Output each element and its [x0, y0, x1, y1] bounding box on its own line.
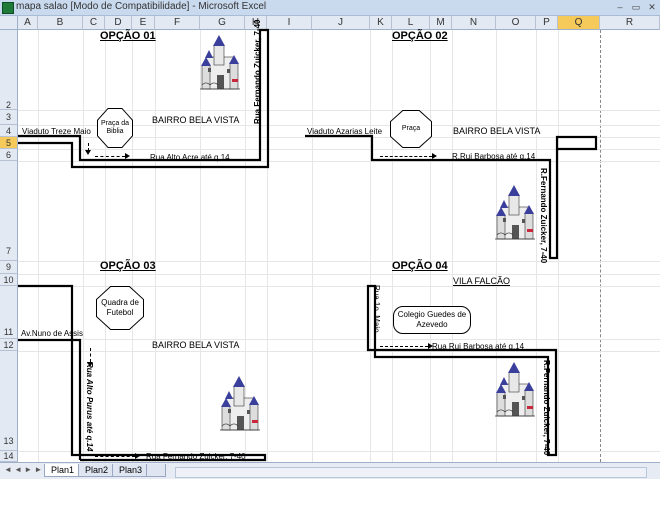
- opcao4-rua2: R.Fernando Zuicker, 7-40: [542, 360, 551, 456]
- new-sheet-icon[interactable]: [146, 464, 166, 477]
- direction-arrow: [90, 348, 92, 362]
- opcao3-bairro: BAIRRO BELA VISTA: [152, 340, 240, 350]
- opcao1-bairro: BAIRRO BELA VISTA: [152, 115, 240, 125]
- opcao4-colegio: Colegio Guedes de Azevedo: [393, 306, 471, 334]
- opcao2-bairro: BAIRRO BELA VISTA: [453, 126, 541, 136]
- castle-icon: [494, 184, 536, 240]
- opcao1-title: OPÇÃO 01: [100, 30, 156, 42]
- opcao3-title: OPÇÃO 03: [100, 260, 156, 272]
- road-opcao1: [18, 28, 270, 169]
- castle-icon: [494, 361, 536, 417]
- opcao2-viaduto: Viaduto Azarias Leite: [307, 127, 383, 136]
- map-drawing: [18, 28, 598, 462]
- opcao2-praca: Praça: [391, 111, 431, 147]
- opcao1-rua2: Rua Fernando Zuicker, 7-40: [253, 19, 262, 124]
- direction-arrow: [380, 156, 432, 158]
- opcao3-rua1: Rua Alto Purus até q.14: [85, 362, 94, 452]
- opcao1-rua1: Rua Alto Acre até q.14: [150, 153, 230, 162]
- direction-arrowhead: [135, 453, 140, 459]
- direction-arrow: [95, 456, 135, 458]
- opcao2-rua1: R.Rui Barbosa até q.14: [452, 152, 536, 161]
- horizontal-scrollbar[interactable]: [175, 467, 647, 478]
- direction-arrowhead: [428, 343, 433, 349]
- tab-plan2[interactable]: Plan2: [78, 464, 116, 477]
- tab-plan3[interactable]: Plan3: [112, 464, 150, 477]
- opcao2-rua2: R.Fernando Zuicker, 7-40: [539, 168, 548, 264]
- direction-arrowhead: [85, 150, 91, 155]
- castle-icon: [199, 34, 241, 90]
- opcao3-quadra-shape: Quadra de Futebol: [96, 286, 144, 330]
- opcao1-praca: Praça da Biblia: [98, 109, 132, 147]
- opcao4-rua1: Rua Rui Barbosa até q.14: [432, 342, 525, 351]
- direction-arrowhead: [87, 362, 93, 367]
- opcao3-av: Av.Nuno de Assis: [21, 329, 83, 338]
- direction-arrowhead: [432, 153, 437, 159]
- direction-arrowhead: [125, 153, 130, 159]
- road-opcao2: [305, 134, 598, 260]
- tab-plan1[interactable]: Plan1: [44, 464, 82, 477]
- opcao4-rua-maio: Rua 1o. Maio: [372, 285, 381, 333]
- opcao4-title: OPÇÃO 04: [392, 260, 448, 272]
- direction-arrow: [380, 346, 428, 348]
- opcao4-vila: VILA FALCÃO: [453, 276, 511, 286]
- opcao3-rua2: Rua Fernando Zuicker, 7-40: [146, 452, 246, 461]
- castle-icon: [219, 375, 261, 431]
- opcao2-title: OPÇÃO 02: [392, 30, 448, 42]
- sheet-tab-bar: ◄ ◄ ► ► Plan1 Plan2 Plan3: [0, 462, 660, 479]
- sheet-nav-buttons[interactable]: ◄ ◄ ► ►: [4, 465, 42, 474]
- opcao3-quadra: Quadra de Futebol: [97, 287, 143, 329]
- opcao1-praca-shape: Praça da Biblia: [97, 108, 133, 148]
- opcao1-viaduto: Viaduto Treze Maio: [22, 127, 91, 136]
- direction-arrow: [95, 156, 125, 158]
